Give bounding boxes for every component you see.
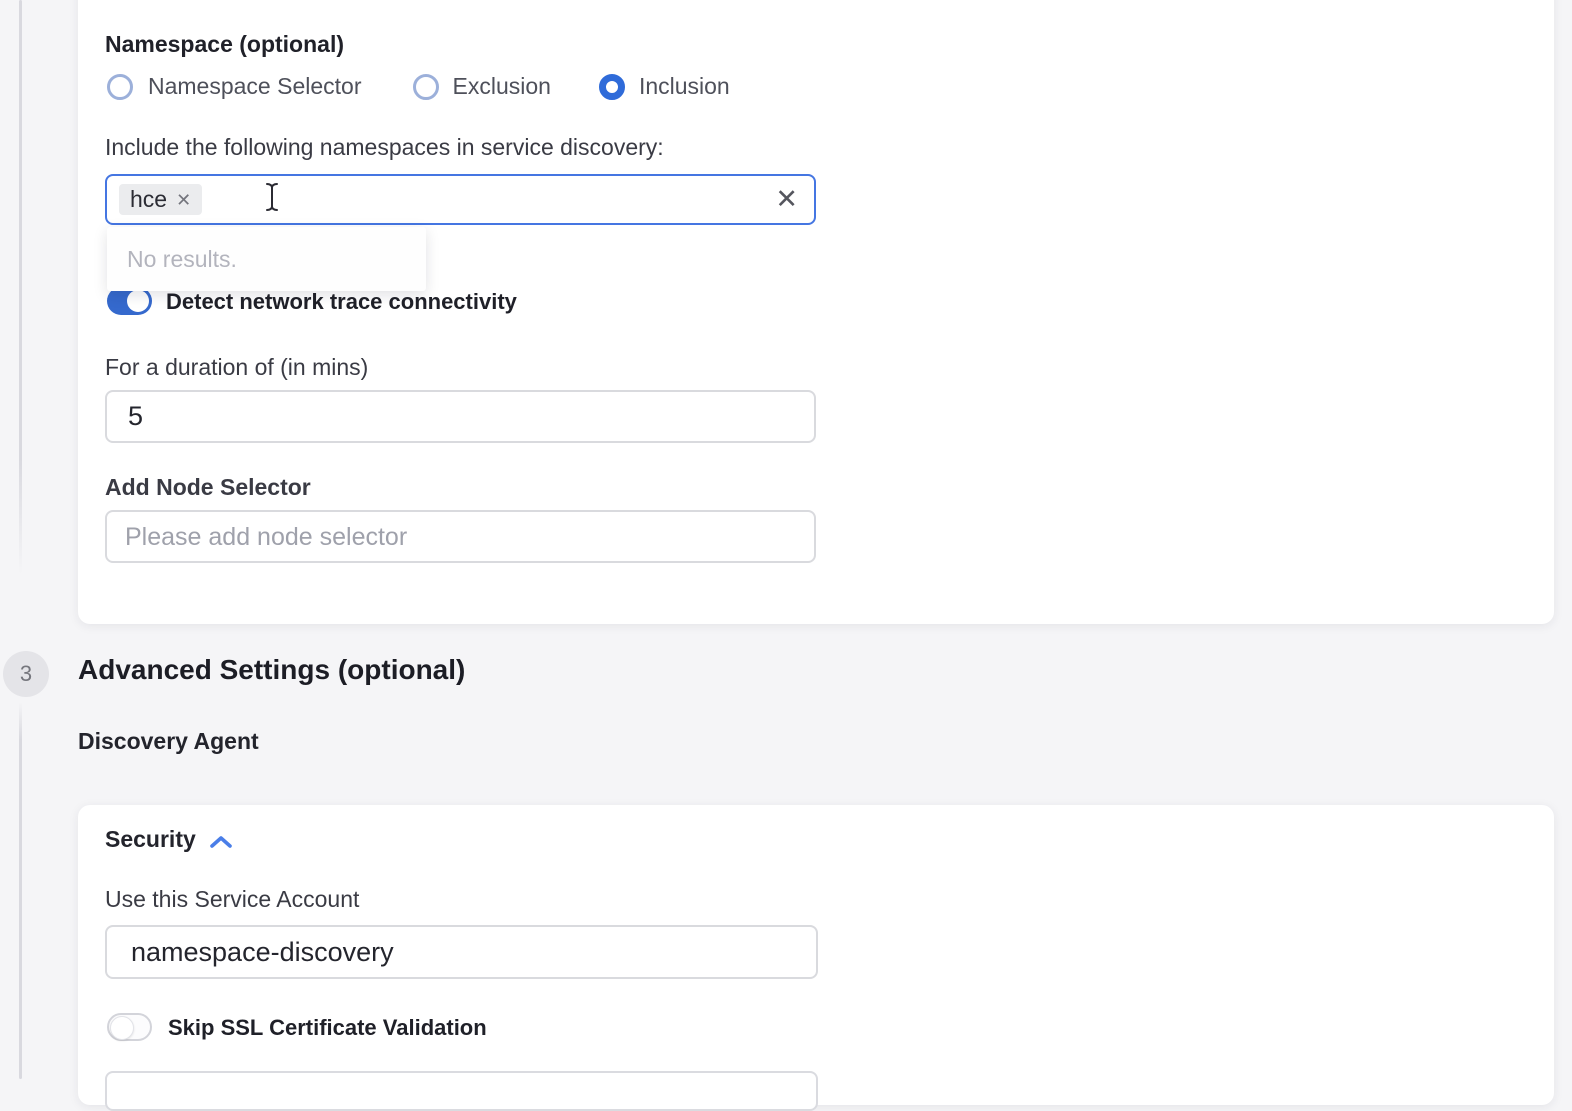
namespaces-multiselect-input[interactable]: hce ✕ ✕ [105,174,816,225]
discovery-agent-label: Discovery Agent [78,728,259,755]
text-cursor-icon [262,182,282,217]
clear-input-icon[interactable]: ✕ [775,186,798,213]
step3-number-badge: 3 [3,651,49,697]
security-title: Security [105,826,196,853]
namespace-tag-label: hce [130,186,167,213]
duration-input[interactable] [105,390,816,443]
toggle-knob [127,290,149,312]
security-section-header[interactable]: Security [105,826,234,853]
radio-inclusion-label[interactable]: Inclusion [639,73,730,100]
namespace-optional-label: Namespace (optional) [105,31,344,58]
chevron-up-icon [208,834,234,850]
namespace-tag-chip[interactable]: hce ✕ [119,184,202,215]
duration-label: For a duration of (in mins) [105,354,368,381]
radio-namespace-selector[interactable] [107,74,133,100]
skip-ssl-toggle[interactable] [107,1013,152,1041]
partial-input-below[interactable] [105,1071,818,1111]
skip-ssl-label: Skip SSL Certificate Validation [168,1015,487,1041]
step3-connector-line [19,702,22,1079]
service-account-label: Use this Service Account [105,886,359,913]
radio-inclusion[interactable] [599,74,625,100]
radio-exclusion-label[interactable]: Exclusion [453,73,551,100]
radio-exclusion[interactable] [413,74,439,100]
node-selector-input[interactable] [105,510,816,563]
step3-number: 3 [20,661,32,687]
step3-title: Advanced Settings (optional) [78,654,465,686]
include-namespaces-label: Include the following namespaces in serv… [105,134,664,161]
step2-connector-line [19,0,22,574]
toggle-knob [110,1016,134,1040]
tag-remove-icon[interactable]: ✕ [176,191,191,209]
add-node-selector-label: Add Node Selector [105,474,311,501]
service-account-input[interactable] [105,925,818,979]
dropdown-no-results-message: No results. [107,227,426,291]
detect-network-trace-toggle[interactable] [107,287,152,315]
namespaces-dropdown: No results. [107,227,426,291]
radio-namespace-selector-label[interactable]: Namespace Selector [148,73,362,100]
detect-network-trace-label: Detect network trace connectivity [166,289,517,315]
namespace-mode-radio-group: Namespace Selector Exclusion Inclusion [107,73,730,100]
